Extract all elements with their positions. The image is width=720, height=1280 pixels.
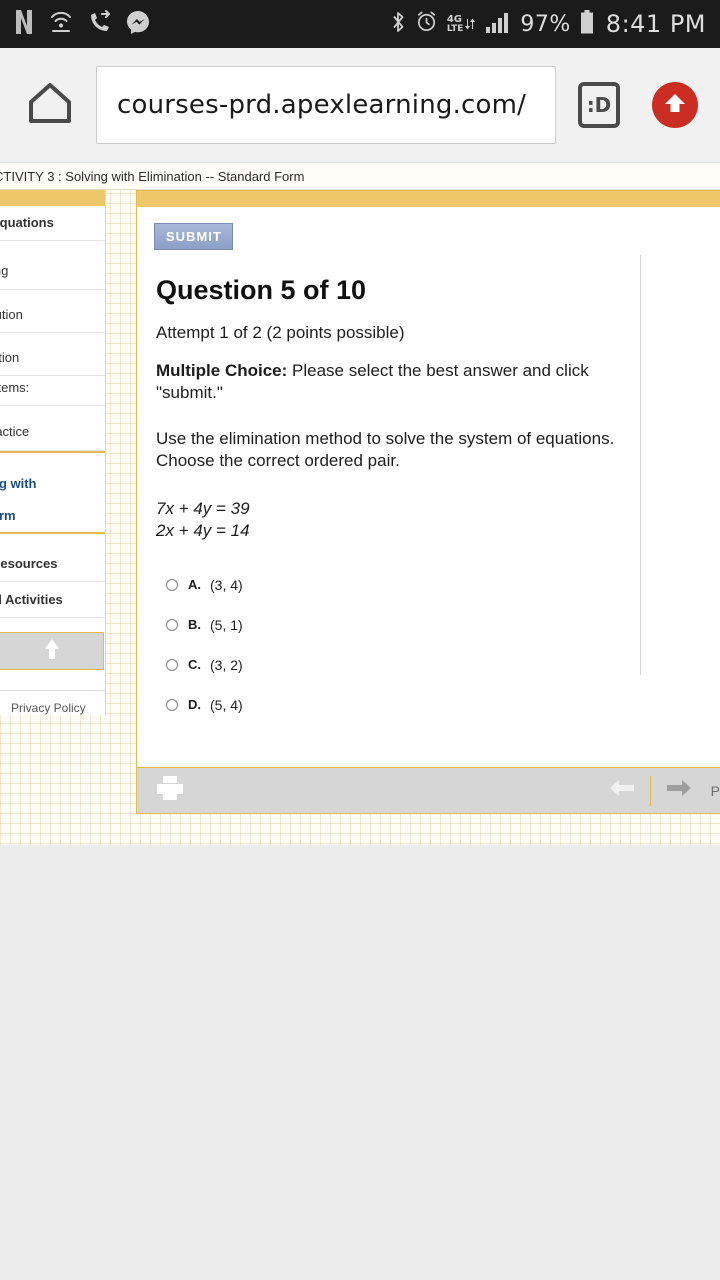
- home-button[interactable]: [22, 81, 78, 130]
- network-label-top: 4G: [446, 13, 463, 25]
- sidebar-item-practice[interactable]: ractice: [0, 406, 105, 451]
- content-gold-bar: [137, 191, 720, 207]
- option-letter-a: A.: [188, 577, 201, 593]
- battery-percent-label: 97%: [520, 11, 571, 37]
- option-letter-b: B.: [188, 617, 201, 633]
- update-button[interactable]: [652, 82, 698, 128]
- status-bar-clock: 8:41 PM: [605, 10, 706, 38]
- previous-button[interactable]: [594, 779, 650, 802]
- sidebar-item-label: al Activities: [0, 591, 63, 607]
- signal-bars-icon: [485, 11, 511, 38]
- equation-line-1: 7x + 4y = 39: [156, 498, 720, 519]
- sidebar-item-equations[interactable]: Equations: [0, 206, 105, 242]
- sidebar-item-solving-with-elimination[interactable]: ng with -- orm: [0, 450, 105, 534]
- left-arrow-icon: [609, 779, 634, 802]
- option-row-a[interactable]: A. (3, 4): [166, 565, 720, 605]
- content-divider: [640, 255, 641, 675]
- tab-count-label: :D: [586, 93, 612, 117]
- network-label-bottom: LTE: [446, 23, 464, 34]
- right-arrow-icon: [666, 779, 691, 802]
- toolbar-navigation: P: [594, 775, 720, 806]
- privacy-policy-link[interactable]: Privacy Policy: [0, 690, 105, 715]
- messenger-icon: [126, 10, 150, 39]
- 4g-lte-icon: 4G LTE: [446, 13, 477, 34]
- question-prompt: Use the elimination method to solve the …: [156, 429, 615, 471]
- attempt-info: Attempt 1 of 2 (2 points possible): [156, 323, 405, 342]
- sidebar-item-resources[interactable]: Resources: [0, 534, 105, 582]
- question-heading: Question 5 of 10: [156, 275, 367, 305]
- bluetooth-icon: [391, 10, 406, 39]
- option-value-d: (5, 4): [210, 696, 243, 713]
- sidebar-gold-bar: [0, 190, 105, 206]
- question-toolbar: P: [137, 767, 720, 813]
- sidebar-item-label: ing: [0, 263, 9, 279]
- equation-line-2: 2x + 4y = 14: [156, 520, 720, 541]
- browser-background-upper: [0, 845, 720, 1280]
- sidebar-item-label: stems:: [0, 380, 30, 395]
- sidebar-item-label: Equations: [0, 215, 54, 230]
- radio-button-a[interactable]: [166, 578, 178, 591]
- equation-1-text: 7x + 4y = 39: [156, 499, 250, 519]
- panel-gap: [106, 190, 136, 814]
- wifi-hotspot-icon: [48, 10, 74, 39]
- option-row-c[interactable]: C. (3, 2): [166, 645, 720, 685]
- alarm-clock-icon: [415, 10, 438, 38]
- sidebar-footer: Privacy Policy: [0, 670, 105, 715]
- call-forward-icon: [88, 9, 112, 39]
- netflix-icon: [14, 9, 34, 40]
- sidebar-item-label: Resources: [0, 555, 58, 571]
- url-text: courses-prd.apexlearning.com/: [117, 90, 527, 120]
- submit-button[interactable]: SUBMIT: [154, 223, 233, 250]
- android-status-bar: 4G LTE 97% 8:41 PM: [0, 0, 720, 48]
- printer-icon: [155, 776, 185, 806]
- status-bar-left-icons: [14, 9, 150, 40]
- question-body: SUBMIT Question 5 of 10 Attempt 1 of 2 (…: [137, 207, 720, 767]
- instruction-label: Multiple Choice:: [156, 361, 288, 381]
- option-letter-d: D.: [188, 697, 201, 713]
- battery-icon: [580, 9, 594, 39]
- status-bar-right-icons: 4G LTE 97% 8:41 PM: [391, 9, 706, 39]
- answer-options: A. (3, 4) B. (5, 1) C. (3, 2) D. (5, 4): [166, 565, 720, 725]
- option-row-b[interactable]: B. (5, 1): [166, 605, 720, 645]
- page-header: CTIVITY 3 : Solving with Elimination -- …: [0, 163, 720, 190]
- next-button[interactable]: [651, 779, 707, 802]
- browser-toolbar: courses-prd.apexlearning.com/ :D: [0, 48, 720, 163]
- option-row-d[interactable]: D. (5, 4): [166, 685, 720, 725]
- sidebar-item-label: tution: [0, 306, 23, 322]
- question-panel: SUBMIT Question 5 of 10 Attempt 1 of 2 (…: [136, 190, 720, 814]
- sidebar-item-label: ation: [0, 349, 20, 365]
- option-value-c: (3, 2): [210, 656, 243, 673]
- sidebar-item-systems[interactable]: stems:: [0, 376, 105, 407]
- option-letter-c: C.: [188, 657, 201, 673]
- page-title: CTIVITY 3 : Solving with Elimination -- …: [0, 168, 305, 184]
- radio-button-d[interactable]: [166, 698, 178, 711]
- scroll-up-arrow-icon: [43, 638, 61, 665]
- page-body: Equations ing tution ation stems: ractic…: [0, 190, 720, 814]
- option-value-a: (3, 4): [210, 576, 243, 593]
- print-button[interactable]: [155, 774, 185, 807]
- home-icon: [27, 81, 73, 130]
- equation-2-text: 2x + 4y = 14: [156, 520, 250, 540]
- sidebar-item-substitution[interactable]: tution: [0, 290, 105, 333]
- up-arrow-icon: [662, 90, 688, 121]
- sidebar-item-graphing[interactable]: ing: [0, 241, 105, 290]
- instruction-text: Multiple Choice: Please select the best …: [156, 360, 616, 404]
- equation-system: 7x + 4y = 39 2x + 4y = 14: [156, 498, 720, 541]
- sidebar-scroll-up-button[interactable]: [0, 632, 104, 670]
- sidebar-item-additional-activities[interactable]: al Activities: [0, 582, 105, 618]
- sidebar-item-label: ractice: [0, 424, 30, 440]
- radio-button-c[interactable]: [166, 658, 178, 671]
- course-sidebar: Equations ing tution ation stems: ractic…: [0, 190, 106, 715]
- sidebar-item-list: Equations ing tution ation stems: ractic…: [0, 206, 105, 618]
- sidebar-item-elimination[interactable]: ation: [0, 333, 105, 376]
- next-label: P: [710, 782, 720, 799]
- url-bar[interactable]: courses-prd.apexlearning.com/: [96, 66, 556, 144]
- web-page: CTIVITY 3 : Solving with Elimination -- …: [0, 163, 720, 845]
- tab-count-button[interactable]: :D: [578, 82, 620, 128]
- radio-button-b[interactable]: [166, 618, 178, 631]
- sidebar-item-label: ng with -- orm: [0, 475, 37, 524]
- option-value-b: (5, 1): [210, 616, 243, 633]
